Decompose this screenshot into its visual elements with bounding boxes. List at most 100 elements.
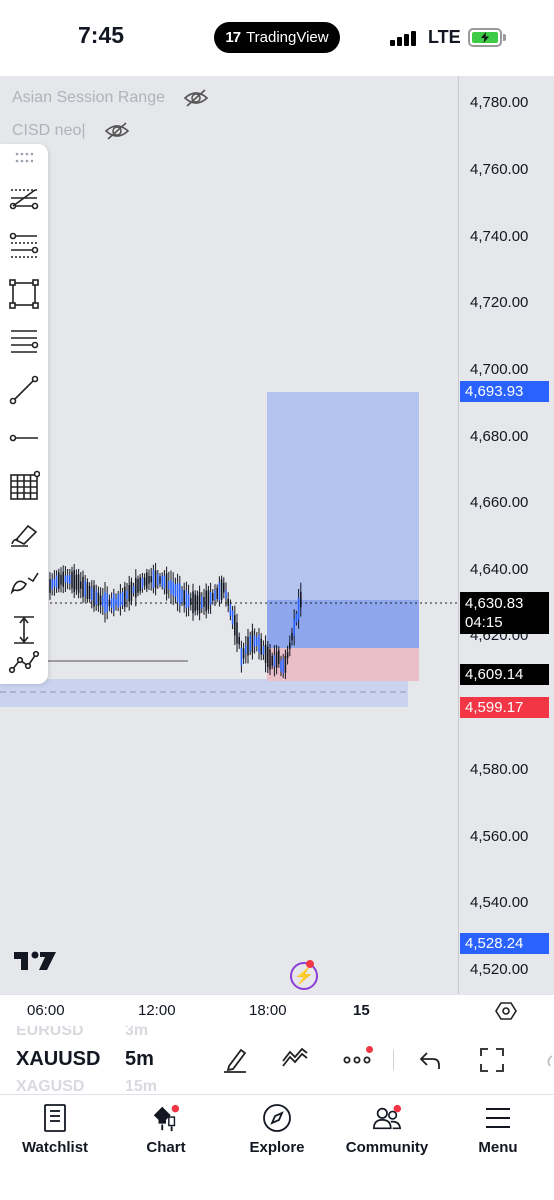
horizontal-lines-icon[interactable] xyxy=(6,324,42,360)
candle-body xyxy=(161,575,163,587)
candle-body xyxy=(212,593,214,601)
candle-body xyxy=(245,645,247,655)
interval-picker-next[interactable]: 15m xyxy=(125,1078,157,1094)
current-price-value: 4,630.83 xyxy=(465,595,524,612)
candle-body xyxy=(121,591,124,606)
candle-body xyxy=(53,579,56,587)
indicator-asian-session[interactable]: Asian Session Range xyxy=(12,88,209,108)
nav-label: Menu xyxy=(478,1139,518,1156)
current-price-label: 4,630.83 04:15 xyxy=(460,592,549,634)
candle-body xyxy=(55,575,58,588)
candle-body xyxy=(300,592,302,608)
candle-body xyxy=(117,594,119,608)
price-tick: 4,540.00 xyxy=(470,894,529,911)
candle-body xyxy=(269,649,271,670)
interval-picker-prev[interactable]: 3m xyxy=(125,1026,148,1040)
candle-body xyxy=(163,575,166,589)
chart-area[interactable]: 4,780.00 4,760.00 4,740.00 4,720.00 4,70… xyxy=(0,76,554,994)
candle-body xyxy=(172,582,174,596)
candle-body xyxy=(168,581,170,590)
candle-body xyxy=(110,598,113,608)
grid-icon[interactable] xyxy=(6,468,42,504)
candle-body xyxy=(284,656,287,673)
candle-body xyxy=(69,574,71,584)
candle-body xyxy=(93,585,95,607)
eye-off-icon[interactable] xyxy=(104,121,130,141)
bar-countdown: 04:15 xyxy=(465,614,503,631)
notification-dot xyxy=(306,960,314,968)
candle-body xyxy=(139,577,141,592)
path-icon[interactable] xyxy=(6,644,42,680)
nav-label: Community xyxy=(345,1139,429,1156)
rectangle-icon[interactable] xyxy=(6,276,42,312)
candle-body xyxy=(289,642,291,649)
trend-line-icon[interactable] xyxy=(6,372,42,408)
nav-chart[interactable]: Chart xyxy=(111,1095,221,1165)
candle-body xyxy=(113,593,115,612)
horizontal-ray-icon[interactable] xyxy=(6,420,42,456)
candle-body xyxy=(141,578,144,588)
candle-body xyxy=(183,590,185,606)
trend-line-tools-icon[interactable] xyxy=(6,180,42,216)
candle-body xyxy=(260,638,262,655)
indicator-cisd[interactable]: CISD neo| xyxy=(12,121,130,141)
candle-body xyxy=(271,655,273,666)
price-chart-canvas[interactable] xyxy=(0,76,458,994)
tradingview-logo-icon[interactable] xyxy=(14,950,56,972)
bottom-navigation: Watchlist Chart Explore Community Menu xyxy=(0,1094,554,1200)
scroll-more-icon[interactable] xyxy=(536,1043,554,1077)
candle-body xyxy=(286,652,289,659)
measure-icon[interactable] xyxy=(6,612,42,648)
candle-body xyxy=(71,571,73,589)
nav-community[interactable]: Community xyxy=(332,1095,442,1165)
signal-icon xyxy=(390,30,420,46)
candle-body xyxy=(148,575,150,584)
undo-icon[interactable] xyxy=(413,1043,447,1077)
nav-explore[interactable]: Explore xyxy=(222,1095,332,1165)
time-tick-day: 15 xyxy=(353,1002,370,1019)
low-price-label: 4,528.24 xyxy=(460,933,549,954)
settings-hex-icon[interactable] xyxy=(495,1000,517,1022)
symbol-picker-prev[interactable]: EURUSD xyxy=(16,1026,84,1040)
brush-icon[interactable] xyxy=(6,516,42,552)
price-tick: 4,680.00 xyxy=(470,428,529,445)
curve-icon[interactable] xyxy=(6,564,42,600)
candle-body xyxy=(170,579,172,594)
candle-body xyxy=(247,636,249,656)
candle-body xyxy=(179,583,181,606)
candle-body xyxy=(106,593,108,612)
symbol-selector[interactable]: XAUUSD xyxy=(16,1048,100,1071)
candle-body xyxy=(130,581,133,602)
indicator-name: CISD neo| xyxy=(12,122,86,139)
candle-body xyxy=(159,576,161,584)
fullscreen-icon[interactable] xyxy=(475,1043,509,1077)
flash-icon[interactable]: ⚡ xyxy=(290,962,318,990)
time-axis[interactable]: 06:00 12:00 18:00 15 xyxy=(0,994,554,1026)
indicators-icon[interactable] xyxy=(278,1043,312,1077)
fib-retracement-icon[interactable] xyxy=(6,228,42,264)
stop-price-label: 4,599.17 xyxy=(460,697,549,718)
time-tick: 12:00 xyxy=(138,1002,176,1019)
compass-icon xyxy=(262,1103,292,1133)
price-tick: 4,640.00 xyxy=(470,561,529,578)
candle-body xyxy=(150,576,152,583)
session-range-zone xyxy=(0,679,408,707)
drag-handle-icon[interactable] xyxy=(15,152,33,164)
interval-selector[interactable]: 5m xyxy=(125,1048,154,1071)
candle-body xyxy=(75,574,78,590)
toolbar-divider xyxy=(393,1050,394,1070)
symbol-picker-next[interactable]: XAGUSD xyxy=(16,1078,84,1094)
candle-body xyxy=(293,618,295,636)
nav-watchlist[interactable]: Watchlist xyxy=(0,1095,110,1165)
candle-body xyxy=(220,579,223,600)
app-indicator-pill[interactable]: 17 TradingView xyxy=(214,22,340,53)
candle-body xyxy=(82,576,84,597)
draw-pen-icon[interactable] xyxy=(218,1043,252,1077)
candle-body xyxy=(137,579,139,593)
time-tick: 18:00 xyxy=(249,1002,287,1019)
symbol-bar: EURUSD 3m XAUUSD 5m XAGUSD 15m xyxy=(0,1026,554,1094)
candle-body xyxy=(99,595,102,606)
nav-menu[interactable]: Menu xyxy=(443,1095,553,1165)
eye-off-icon[interactable] xyxy=(183,88,209,108)
price-tick: 4,760.00 xyxy=(470,161,529,178)
